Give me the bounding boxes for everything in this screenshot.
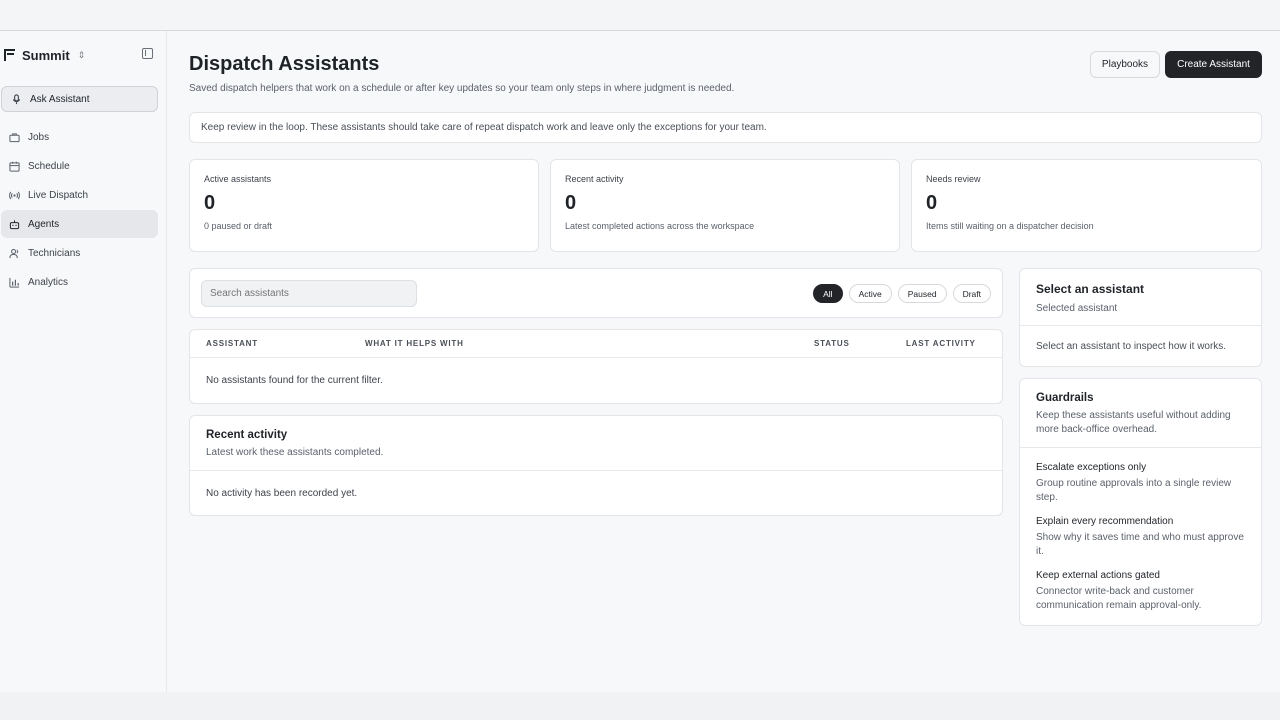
selected-assistant-panel: Select an assistant Selected assistant S… xyxy=(1019,268,1262,367)
recent-activity-empty-state: No activity has been recorded yet. xyxy=(206,488,358,499)
stat-value: 0 xyxy=(565,192,577,214)
guardrail-item-description: Connector write-back and customer commun… xyxy=(1036,586,1202,611)
sidebar-item-label: Schedule xyxy=(28,160,70,172)
stat-card-recent-activity: Recent activity 0 Latest completed actio… xyxy=(550,159,900,252)
sidebar-item-schedule[interactable]: Schedule xyxy=(1,152,158,180)
sidebar-item-label: Live Dispatch xyxy=(28,189,89,201)
broadcast-icon xyxy=(9,190,20,201)
guardrail-item-title: Explain every recommendation xyxy=(1036,516,1174,527)
chevron-up-down-icon: ⇕ xyxy=(77,49,86,60)
sidebar-item-live-dispatch[interactable]: Live Dispatch xyxy=(1,181,158,209)
stat-note: Items still waiting on a dispatcher deci… xyxy=(926,221,1094,231)
workspace-switcher[interactable]: Summit ⇕ xyxy=(4,47,85,63)
filter-chip-all[interactable]: All xyxy=(813,284,843,303)
stat-label: Active assistants xyxy=(204,174,272,184)
guardrail-item-description: Group routine approvals into a single re… xyxy=(1036,478,1232,503)
page-title: Dispatch Assistants xyxy=(189,53,380,75)
column-header-what-it-helps-with[interactable]: WHAT IT HELPS WITH xyxy=(365,339,464,348)
main-content: Dispatch Assistants Saved dispatch helpe… xyxy=(189,31,1262,692)
bar-chart-icon xyxy=(9,277,20,288)
stat-note: Latest completed actions across the work… xyxy=(565,221,755,231)
stat-value: 0 xyxy=(926,192,938,214)
guardrails-panel: Guardrails Keep these assistants useful … xyxy=(1019,378,1262,626)
playbooks-button[interactable]: Playbooks xyxy=(1090,51,1160,78)
window-bottom-bar xyxy=(0,692,1280,720)
window-top-bar xyxy=(0,0,1280,31)
sidebar-item-label: Agents xyxy=(28,218,60,230)
recent-activity-title: Recent activity xyxy=(206,429,288,441)
assistant-filter-bar: All Active Paused Draft xyxy=(189,268,1003,318)
workspace-name: Summit xyxy=(22,47,70,63)
column-header-last-activity[interactable]: LAST ACTIVITY xyxy=(906,339,976,348)
guardrail-item: Escalate exceptions only Group routine a… xyxy=(1036,462,1251,504)
briefcase-icon xyxy=(9,132,20,143)
summit-logo-icon xyxy=(4,49,15,61)
create-assistant-button[interactable]: Create Assistant xyxy=(1165,51,1262,78)
filter-chip-paused[interactable]: Paused xyxy=(897,284,947,303)
guardrail-item-title: Escalate exceptions only xyxy=(1036,462,1147,473)
sidebar: Summit ⇕ Ask Assistant Jobs Schedule Liv… xyxy=(0,31,167,692)
guardrail-item-title: Keep external actions gated xyxy=(1036,570,1160,581)
divider xyxy=(190,470,1002,471)
table-empty-state: No assistants found for the current filt… xyxy=(206,375,383,386)
guardrail-item: Explain every recommendation Show why it… xyxy=(1036,516,1251,558)
selected-assistant-subtitle: Selected assistant xyxy=(1036,303,1118,314)
sidebar-item-label: Analytics xyxy=(28,276,69,288)
recent-activity-subtitle: Latest work these assistants completed. xyxy=(206,447,384,458)
sidebar-nav: Jobs Schedule Live Dispatch Agents Techn… xyxy=(0,123,167,297)
page-subtitle: Saved dispatch helpers that work on a sc… xyxy=(189,83,735,94)
guardrail-item-description: Show why it saves time and who must appr… xyxy=(1036,532,1244,557)
filter-chip-draft[interactable]: Draft xyxy=(952,284,991,303)
divider xyxy=(1020,325,1261,326)
bot-icon xyxy=(9,219,20,230)
guardrails-title: Guardrails xyxy=(1036,392,1094,404)
stat-label: Needs review xyxy=(926,174,981,184)
status-filter-chips: All Active Paused Draft xyxy=(813,284,991,303)
review-notice: Keep review in the loop. These assistant… xyxy=(189,112,1262,143)
stat-label: Recent activity xyxy=(565,174,624,184)
recent-activity-panel: Recent activity Latest work these assist… xyxy=(189,415,1003,516)
column-header-assistant[interactable]: ASSISTANT xyxy=(206,339,258,348)
divider xyxy=(1020,447,1261,448)
sidebar-item-label: Technicians xyxy=(28,247,81,259)
microphone-icon xyxy=(11,93,22,105)
ask-assistant-button[interactable]: Ask Assistant xyxy=(1,86,158,112)
stat-note: 0 paused or draft xyxy=(204,221,273,231)
column-header-status[interactable]: STATUS xyxy=(814,339,850,348)
sidebar-toggle-icon[interactable] xyxy=(142,48,153,59)
sidebar-item-jobs[interactable]: Jobs xyxy=(1,123,158,151)
guardrail-item: Keep external actions gated Connector wr… xyxy=(1036,570,1251,612)
stat-card-needs-review: Needs review 0 Items still waiting on a … xyxy=(911,159,1262,252)
sidebar-item-agents[interactable]: Agents xyxy=(1,210,158,238)
sidebar-item-analytics[interactable]: Analytics xyxy=(1,268,158,296)
calendar-icon xyxy=(9,161,20,172)
filter-chip-active[interactable]: Active xyxy=(848,284,892,303)
ask-assistant-label: Ask Assistant xyxy=(30,93,90,105)
stat-card-active: Active assistants 0 0 paused or draft xyxy=(189,159,539,252)
users-icon xyxy=(9,248,20,259)
sidebar-item-label: Jobs xyxy=(28,131,50,143)
selected-assistant-empty-state: Select an assistant to inspect how it wo… xyxy=(1036,341,1227,352)
selected-assistant-title: Select an assistant xyxy=(1036,282,1145,296)
app-shell: Summit ⇕ Ask Assistant Jobs Schedule Liv… xyxy=(0,31,1280,692)
sidebar-item-technicians[interactable]: Technicians xyxy=(1,239,158,267)
search-input[interactable] xyxy=(201,280,417,307)
stat-value: 0 xyxy=(204,192,216,214)
assistants-table: ASSISTANT WHAT IT HELPS WITH STATUS LAST… xyxy=(189,329,1003,404)
table-header: ASSISTANT WHAT IT HELPS WITH STATUS LAST… xyxy=(190,330,1002,358)
guardrails-subtitle: Keep these assistants useful without add… xyxy=(1036,410,1231,435)
